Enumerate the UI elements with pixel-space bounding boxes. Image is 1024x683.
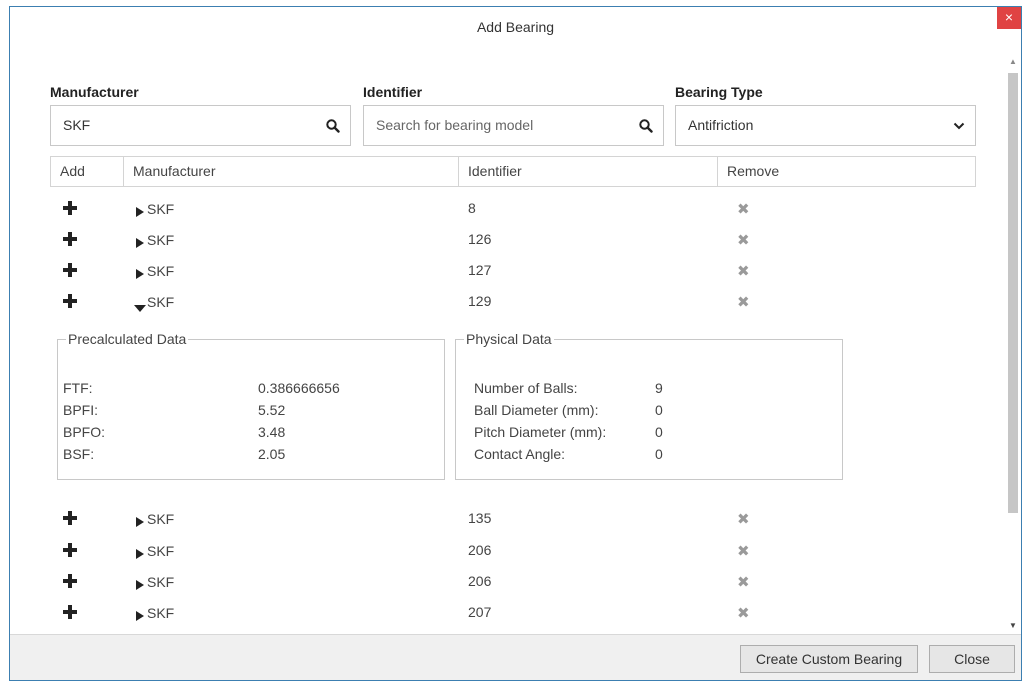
row-identifier: 126: [468, 231, 492, 247]
column-header-identifier[interactable]: Identifier: [459, 157, 718, 186]
row-manufacturer: SKF: [147, 232, 175, 248]
bearing-type-value: Antifriction: [688, 117, 754, 133]
physical-data-group: Physical Data Number of Balls: 9 Ball Di…: [455, 331, 843, 480]
identifier-label: Identifier: [363, 84, 423, 100]
identifier-search-placeholder: Search for bearing model: [376, 117, 534, 133]
scroll-down-icon[interactable]: ▼: [1006, 619, 1020, 633]
expand-arrow-icon[interactable]: [136, 546, 144, 562]
precalculated-data-group: Precalculated Data FTF: 0.386666656 BPFI…: [57, 331, 445, 480]
manufacturer-label: Manufacturer: [50, 84, 139, 100]
column-header-manufacturer[interactable]: Manufacturer: [124, 157, 459, 186]
row-manufacturer: SKF: [147, 294, 175, 310]
expand-arrow-icon[interactable]: [136, 266, 144, 282]
contact-angle-value: 0: [655, 446, 663, 462]
add-icon[interactable]: [63, 294, 77, 308]
identifier-search-input[interactable]: Search for bearing model: [363, 105, 664, 146]
remove-icon[interactable]: ✖: [737, 510, 750, 528]
create-custom-bearing-button[interactable]: Create Custom Bearing: [740, 645, 918, 673]
bearing-type-select[interactable]: Antifriction: [675, 105, 976, 146]
expand-arrow-icon[interactable]: [136, 608, 144, 624]
close-button[interactable]: Close: [929, 645, 1015, 673]
expand-arrow-icon[interactable]: [136, 514, 144, 530]
row-manufacturer: SKF: [147, 543, 175, 559]
column-header-remove: Remove: [727, 163, 780, 179]
ball-diameter-value: 0: [655, 402, 663, 418]
remove-icon[interactable]: ✖: [737, 293, 750, 311]
remove-icon[interactable]: ✖: [737, 262, 750, 280]
precalculated-data-title: Precalculated Data: [66, 331, 189, 347]
row-manufacturer: SKF: [147, 263, 175, 279]
remove-icon[interactable]: ✖: [737, 573, 750, 591]
bsf-value: 2.05: [258, 446, 286, 462]
table-row: SKF 8 ✖: [50, 195, 976, 226]
physical-data-title: Physical Data: [464, 331, 554, 347]
number-of-balls-label: Number of Balls:: [474, 380, 578, 396]
search-icon[interactable]: [639, 106, 653, 145]
table-header: Add Manufacturer Identifier Remove: [50, 156, 976, 187]
remove-icon[interactable]: ✖: [737, 604, 750, 622]
table-row: SKF 207 ✖: [50, 599, 976, 630]
add-icon[interactable]: [63, 511, 77, 525]
pitch-diameter-value: 0: [655, 424, 663, 440]
bpfi-value: 5.52: [258, 402, 286, 418]
add-icon[interactable]: [63, 232, 77, 246]
table-row: SKF 135 ✖: [50, 505, 976, 536]
row-manufacturer: SKF: [147, 511, 175, 527]
bsf-label: BSF:: [63, 446, 95, 462]
add-icon[interactable]: [63, 543, 77, 557]
remove-icon[interactable]: ✖: [737, 231, 750, 249]
manufacturer-search-input[interactable]: SKF: [50, 105, 351, 146]
add-bearing-dialog: Add Bearing × Manufacturer Identifier Be…: [9, 6, 1022, 681]
row-identifier: 129: [468, 293, 492, 309]
row-manufacturer: SKF: [147, 574, 175, 590]
manufacturer-search-value: SKF: [63, 117, 91, 133]
add-icon[interactable]: [63, 201, 77, 215]
row-manufacturer: SKF: [147, 201, 175, 217]
expand-arrow-icon[interactable]: [136, 204, 144, 220]
row-identifier: 206: [468, 573, 492, 589]
table-row-expanded: SKF 129 ✖: [50, 288, 976, 319]
close-window-button[interactable]: ×: [997, 7, 1021, 29]
chevron-down-icon[interactable]: [953, 106, 965, 145]
scrollbar-thumb[interactable]: [1008, 73, 1018, 513]
search-icon[interactable]: [326, 106, 340, 145]
dialog-content: Manufacturer Identifier Bearing Type SKF…: [10, 47, 1006, 634]
bpfo-label: BPFO:: [63, 424, 106, 440]
row-manufacturer: SKF: [147, 605, 175, 621]
column-header-add: Add: [51, 157, 124, 186]
ftf-label: FTF:: [63, 380, 93, 396]
scroll-up-icon[interactable]: ▲: [1006, 55, 1020, 69]
collapse-arrow-icon[interactable]: [134, 299, 146, 315]
bearing-type-label: Bearing Type: [675, 84, 763, 100]
remove-icon[interactable]: ✖: [737, 200, 750, 218]
add-icon[interactable]: [63, 574, 77, 588]
row-identifier: 135: [468, 510, 492, 526]
contact-angle-label: Contact Angle:: [474, 446, 566, 462]
bpfo-value: 3.48: [258, 424, 286, 440]
close-icon[interactable]: ×: [1005, 9, 1013, 25]
table-row: SKF 126 ✖: [50, 226, 976, 257]
add-icon[interactable]: [63, 263, 77, 277]
add-icon[interactable]: [63, 605, 77, 619]
row-identifier: 207: [468, 604, 492, 620]
table-row: SKF 127 ✖: [50, 257, 976, 288]
row-identifier: 206: [468, 542, 492, 558]
expand-arrow-icon[interactable]: [136, 577, 144, 593]
vertical-scrollbar[interactable]: ▲ ▼: [1006, 55, 1020, 633]
pitch-diameter-label: Pitch Diameter (mm):: [474, 424, 607, 440]
row-identifier: 127: [468, 262, 492, 278]
row-identifier: 8: [468, 200, 476, 216]
number-of-balls-value: 9: [655, 380, 663, 396]
ball-diameter-label: Ball Diameter (mm):: [474, 402, 599, 418]
remove-icon[interactable]: ✖: [737, 542, 750, 560]
expand-arrow-icon[interactable]: [136, 235, 144, 251]
ftf-value: 0.386666656: [258, 380, 340, 396]
bpfi-label: BPFI:: [63, 402, 99, 418]
table-row: SKF 206 ✖: [50, 537, 976, 568]
table-row: SKF 206 ✖: [50, 568, 976, 599]
dialog-footer: Create Custom Bearing Close: [10, 634, 1021, 680]
dialog-title: Add Bearing: [476, 19, 555, 35]
